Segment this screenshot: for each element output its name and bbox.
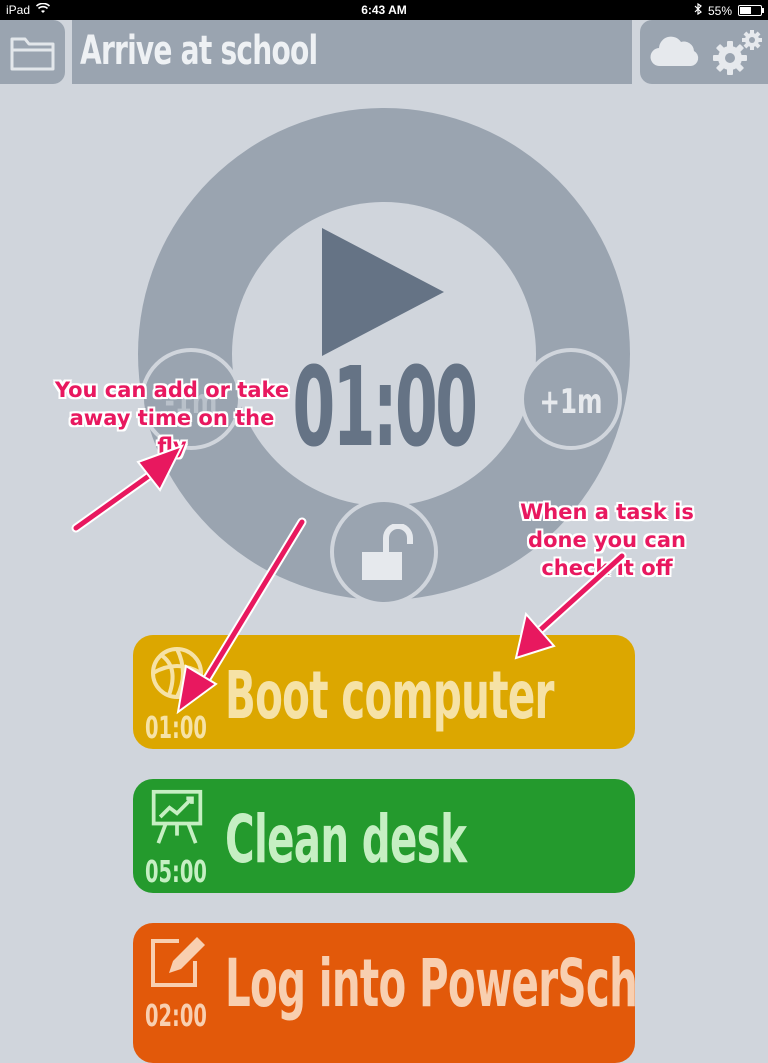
status-time: 6:43 AM xyxy=(361,3,407,17)
routine-title: Arrive at school xyxy=(80,28,318,74)
battery-icon xyxy=(738,5,764,16)
annotation-line: You can add or take xyxy=(54,378,290,402)
task-label: Log into PowerSchool xyxy=(225,945,635,1022)
plus-minute-button[interactable]: +1m xyxy=(520,348,622,450)
arrow-to-minus-button xyxy=(73,465,163,531)
basketball-icon xyxy=(151,647,203,699)
battery-percent: 55% xyxy=(707,3,732,18)
status-bar: iPad 6:43 AM 55% xyxy=(0,0,768,20)
battery-fill xyxy=(740,7,751,14)
annotation-time-adjust: You can add or take away time on the fly xyxy=(52,376,292,460)
folder-button[interactable] xyxy=(0,20,65,84)
bluetooth-icon xyxy=(694,2,702,18)
annotation-check-off: When a task is done you can check it off xyxy=(515,498,699,582)
play-icon[interactable] xyxy=(320,228,446,356)
annotation-line: done you can xyxy=(528,528,686,552)
task-boot-computer[interactable]: 01:00 Boot computer xyxy=(133,635,635,749)
edit-icon xyxy=(151,937,205,987)
task-clean-desk[interactable]: 05:00 Clean desk xyxy=(133,779,635,893)
plus-minute-label: +1m xyxy=(539,382,603,422)
presentation-chart-icon xyxy=(151,789,203,844)
task-label: Boot computer xyxy=(225,657,554,734)
task-log-into-powerschool[interactable]: 02:00 Log into PowerSchool xyxy=(133,923,635,1063)
folder-icon xyxy=(10,37,55,71)
task-label: Clean desk xyxy=(225,801,467,878)
annotation-line: away time on the fly xyxy=(69,406,275,458)
unlock-icon xyxy=(362,524,413,580)
task-duration: 05:00 xyxy=(145,855,207,890)
lock-button[interactable] xyxy=(330,498,438,606)
cloud-icon[interactable] xyxy=(650,34,700,68)
task-duration: 02:00 xyxy=(145,999,207,1034)
routine-title-bar[interactable]: Arrive at school xyxy=(72,20,632,84)
task-duration: 01:00 xyxy=(145,711,207,746)
annotation-line: check it off xyxy=(541,556,673,580)
annotation-line: When a task is xyxy=(520,500,694,524)
timer-display: 01:00 xyxy=(292,343,478,471)
header-actions xyxy=(640,20,768,84)
gear-icon[interactable] xyxy=(708,28,764,78)
